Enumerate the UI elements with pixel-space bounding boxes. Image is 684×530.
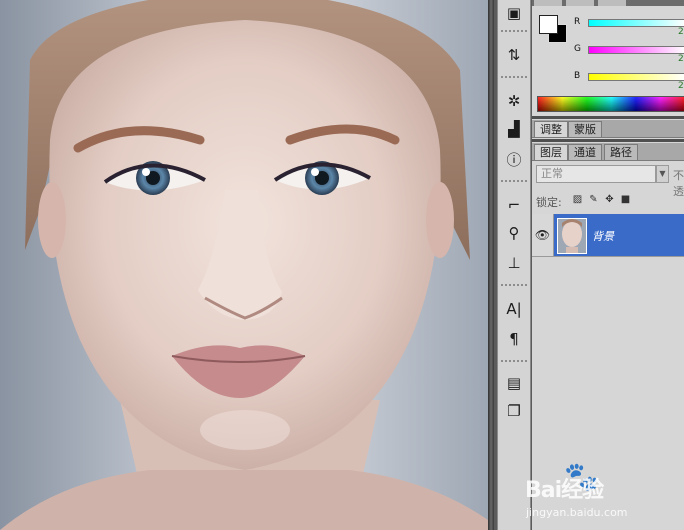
channel-r-label: R (574, 17, 581, 27)
watermark: 🐾 Bai经验 jingyan.baidu.com (520, 458, 680, 526)
tab-channels[interactable]: 通道 (568, 144, 602, 160)
channel-r-slider[interactable] (588, 19, 684, 27)
channel-g-label: G (574, 44, 581, 54)
actions-icon[interactable]: ✲ (502, 90, 526, 112)
lock-label: 锁定: (536, 196, 562, 209)
tab-paths[interactable]: 路径 (604, 144, 638, 160)
color-spectrum-bar[interactable] (537, 96, 684, 112)
layer-selected[interactable]: 背景 (554, 214, 684, 256)
dock-separator (501, 180, 527, 182)
notes-icon[interactable]: ▤ (502, 372, 526, 394)
tool-presets-icon[interactable]: ⊥ (502, 252, 526, 274)
layer-thumbnail (557, 218, 587, 254)
paragraph-icon[interactable]: ¶ (502, 328, 526, 350)
lock-position-icon[interactable]: ✥ (604, 194, 615, 206)
histogram-icon[interactable]: ▟ (502, 118, 526, 140)
dock-separator (501, 360, 527, 362)
clone-source-icon[interactable]: ⚲ (502, 222, 526, 244)
blend-mode-select[interactable]: 正常 (536, 165, 656, 183)
tab-layers[interactable]: 图层 (534, 144, 568, 160)
channel-b-value[interactable]: 2 (678, 81, 684, 91)
layer-name[interactable]: 背景 (592, 228, 614, 244)
image-canvas[interactable] (0, 0, 488, 530)
color-panel: R 2 G 2 B 2 (532, 0, 684, 118)
lock-all-icon[interactable]: ■ (620, 194, 631, 206)
color-panel-tabs[interactable] (532, 0, 684, 6)
lock-transparent-icon[interactable]: ▨ (572, 194, 583, 206)
layer-list-separator (532, 256, 684, 257)
adjustments-tab-row: 调整 蒙版 (532, 120, 684, 138)
portrait-photo (0, 0, 488, 530)
layers-tab-row: 图层 通道 路径 (532, 143, 684, 161)
tab-adjustments[interactable]: 调整 (534, 121, 568, 137)
panel-separator (532, 116, 684, 119)
watermark-text: Bai经验 (525, 478, 604, 503)
dock-separator (501, 284, 527, 286)
opacity-label: 不透 (673, 169, 684, 198)
panels-column: R 2 G 2 B 2 调整 蒙版 图层 通道 路径 正常 ▼ 不透 锁定: ▨… (532, 0, 684, 530)
channel-g-value[interactable]: 2 (678, 54, 684, 64)
tab-masks[interactable]: 蒙版 (568, 121, 602, 137)
chevron-down-icon[interactable]: ▼ (656, 165, 669, 183)
dock-separator (501, 30, 527, 32)
brushes-icon[interactable]: ⌐ (502, 194, 526, 216)
channel-r-value[interactable]: 2 (678, 27, 684, 37)
eye-icon[interactable]: 👁 (532, 214, 554, 256)
character-icon[interactable]: A| (502, 298, 526, 320)
panel-separator (532, 139, 684, 142)
channel-g-slider[interactable] (588, 46, 684, 54)
navigator-icon[interactable]: ▣ (502, 2, 526, 24)
foreground-color-swatch[interactable] (539, 15, 558, 34)
watermark-url: jingyan.baidu.com (526, 506, 628, 519)
channel-b-label: B (574, 71, 581, 81)
history-icon[interactable]: ⇅ (502, 44, 526, 66)
panel-dock: ▣ ⇅ ✲ ▟ ⓘ ⌐ ⚲ ⊥ A| ¶ ▤ ❐ (494, 0, 532, 530)
layer-row[interactable]: 👁 背景 (532, 214, 684, 256)
info-icon[interactable]: ⓘ (502, 148, 526, 170)
layer-comps-icon[interactable]: ❐ (502, 400, 526, 422)
channel-b-slider[interactable] (588, 73, 684, 81)
lock-image-icon[interactable]: ✎ (588, 194, 599, 206)
dock-separator (501, 76, 527, 78)
